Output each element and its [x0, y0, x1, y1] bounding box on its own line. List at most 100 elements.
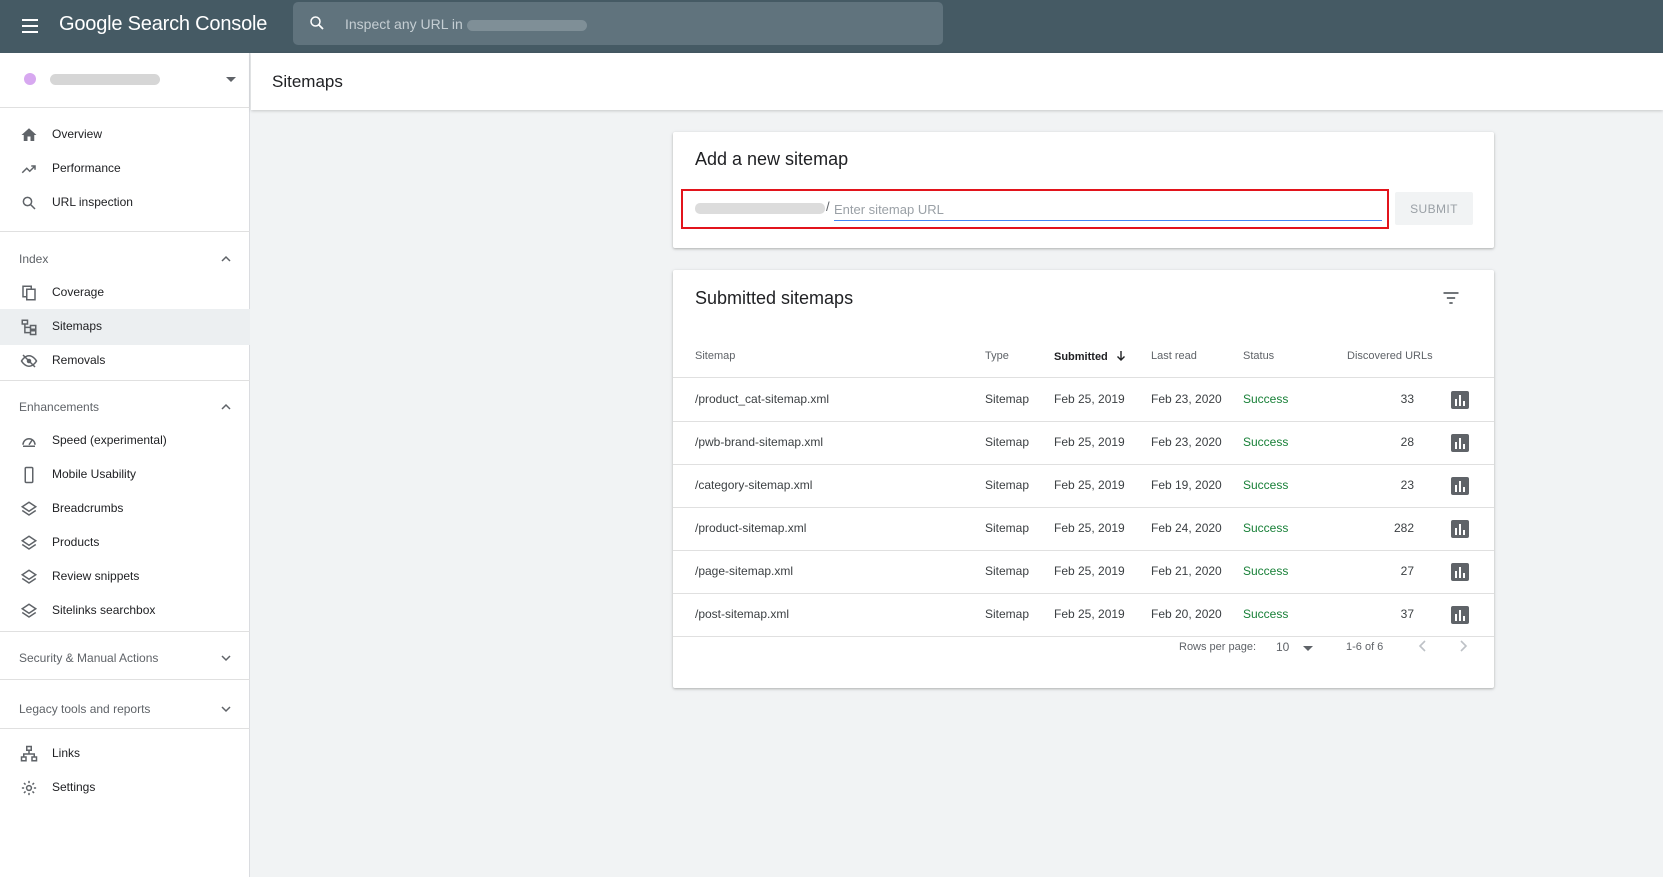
- column-header-submitted[interactable]: Submitted: [1054, 350, 1127, 363]
- table-row[interactable]: /product_cat-sitemap.xml Sitemap Feb 25, 2…: [673, 379, 1494, 422]
- column-header-status[interactable]: Status: [1243, 350, 1274, 362]
- search-icon: [310, 16, 324, 30]
- cell-status: Success: [1243, 521, 1289, 535]
- column-header-type[interactable]: Type: [985, 350, 1009, 362]
- cell-submitted: Feb 25, 2019: [1054, 392, 1125, 406]
- sidebar-item-label: Speed (experimental): [52, 433, 167, 447]
- cell-discovered-urls: 23: [1400, 478, 1414, 492]
- sidebar-item-speed[interactable]: Speed (experimental): [0, 423, 250, 459]
- sidebar-item-label: Performance: [52, 161, 121, 175]
- menu-icon[interactable]: [20, 16, 40, 36]
- cell-last-read: Feb 24, 2020: [1151, 521, 1222, 535]
- divider: [0, 728, 250, 729]
- rows-per-page-label: Rows per page:: [1179, 641, 1257, 653]
- layers-icon: [20, 535, 38, 550]
- section-enhancements-toggle[interactable]: Enhancements: [0, 389, 250, 425]
- cell-last-read: Feb 23, 2020: [1151, 435, 1222, 449]
- sidebar-item-overview[interactable]: Overview: [0, 117, 250, 153]
- sidebar-item-products[interactable]: Products: [0, 525, 250, 561]
- pagination-range: 1-6 of 6: [1346, 641, 1384, 653]
- links-icon: [20, 745, 38, 762]
- chevron-right-icon[interactable]: [1455, 638, 1471, 654]
- page-header: Sitemaps: [251, 53, 1663, 110]
- property-url-redacted: [50, 74, 160, 85]
- add-sitemap-title: Add a new sitemap: [695, 149, 849, 169]
- sidebar-item-sitemaps[interactable]: Sitemaps: [0, 309, 250, 345]
- dropdown-caret-icon[interactable]: [1303, 646, 1313, 651]
- cell-sitemap: /product_cat-sitemap.xml: [695, 392, 830, 406]
- search-icon: [22, 196, 36, 210]
- section-legacy-toggle[interactable]: Legacy tools and reports: [0, 691, 250, 727]
- bar-chart-icon[interactable]: [1451, 434, 1469, 452]
- section-label: Legacy tools and reports: [19, 702, 151, 716]
- sidebar: Overview Performance URL inspection Inde…: [0, 53, 250, 877]
- sidebar-item-removals[interactable]: Removals: [0, 343, 250, 379]
- layers-icon: [20, 603, 38, 618]
- cell-last-read: Feb 23, 2020: [1151, 392, 1222, 406]
- section-security-toggle[interactable]: Security & Manual Actions: [0, 640, 250, 676]
- cell-sitemap: /category-sitemap.xml: [695, 478, 813, 492]
- table-header: Sitemap Type Submitted Last read Status …: [673, 336, 1494, 378]
- table-row[interactable]: /product-sitemap.xml Sitemap Feb 25, 2019 F…: [673, 508, 1494, 551]
- column-header-last-read[interactable]: Last read: [1151, 350, 1197, 362]
- cell-discovered-urls: 282: [1393, 521, 1414, 535]
- submitted-sitemaps-title: Submitted sitemaps: [695, 288, 854, 308]
- table-row[interactable]: /pwb-brand-sitemap.xml Sitemap Feb 25, 201…: [673, 422, 1494, 465]
- rows-per-page-select[interactable]: 10: [1276, 640, 1289, 654]
- sidebar-item-label: Mobile Usability: [52, 467, 137, 481]
- table-row[interactable]: /category-sitemap.xml Sitemap Feb 25, 2019…: [673, 465, 1494, 508]
- sidebar-item-label: Sitelinks searchbox: [52, 603, 156, 617]
- cell-status: Success: [1243, 478, 1289, 492]
- cell-submitted: Feb 25, 2019: [1054, 564, 1125, 578]
- page-title: Sitemaps: [272, 72, 343, 91]
- table-row[interactable]: /page-sitemap.xml Sitemap Feb 25, 2019 Feb …: [673, 551, 1494, 594]
- sidebar-item-coverage[interactable]: Coverage: [0, 275, 250, 311]
- cell-submitted: Feb 25, 2019: [1054, 521, 1125, 535]
- url-inspect-search[interactable]: Inspect any URL in: [293, 2, 943, 45]
- sitemap-icon: [21, 319, 37, 336]
- column-header-discovered-urls[interactable]: Discovered URLs: [1347, 350, 1433, 362]
- cell-status: Success: [1243, 564, 1289, 578]
- cell-type: Sitemap: [985, 478, 1030, 492]
- cell-last-read: Feb 19, 2020: [1151, 478, 1222, 492]
- sidebar-item-label: Overview: [52, 127, 103, 141]
- section-index-toggle[interactable]: Index: [0, 241, 250, 277]
- bar-chart-icon[interactable]: [1451, 520, 1469, 538]
- sitemap-url-field-highlight: /: [681, 189, 1389, 229]
- bar-chart-icon[interactable]: [1451, 606, 1469, 624]
- bar-chart-icon[interactable]: [1451, 477, 1469, 495]
- submitted-sitemaps-card: Submitted sitemaps Sitemap Type Submitte…: [673, 270, 1494, 688]
- sidebar-item-label: Products: [52, 535, 100, 549]
- divider: [0, 380, 250, 381]
- sidebar-item-label: Breadcrumbs: [52, 501, 124, 515]
- submit-button[interactable]: SUBMIT: [1395, 192, 1473, 225]
- sidebar-item-settings[interactable]: Settings: [0, 770, 250, 806]
- sidebar-item-links[interactable]: Links: [0, 736, 250, 772]
- cell-sitemap: /page-sitemap.xml: [695, 564, 794, 578]
- sidebar-item-breadcrumbs[interactable]: Breadcrumbs: [0, 491, 250, 527]
- dropdown-caret-icon: [226, 77, 236, 82]
- sidebar-item-url-inspection[interactable]: URL inspection: [0, 185, 250, 221]
- bar-chart-icon[interactable]: [1451, 391, 1469, 409]
- sidebar-item-label: Settings: [52, 780, 96, 794]
- section-label: Enhancements: [19, 400, 100, 414]
- cell-status: Success: [1243, 392, 1289, 406]
- section-label: Index: [19, 252, 49, 266]
- sidebar-item-review-snippets[interactable]: Review snippets: [0, 559, 250, 595]
- filter-icon[interactable]: [1441, 288, 1461, 308]
- chevron-up-icon: [221, 403, 231, 410]
- sidebar-item-mobile-usability[interactable]: Mobile Usability: [0, 457, 250, 493]
- table-row[interactable]: /post-sitemap.xml Sitemap Feb 25, 2019 Feb …: [673, 594, 1494, 637]
- property-selector[interactable]: [0, 53, 250, 108]
- property-url-redacted: [466, 19, 587, 31]
- sitemap-url-input[interactable]: [834, 199, 1382, 221]
- chevron-up-icon: [221, 255, 231, 262]
- cell-submitted: Feb 25, 2019: [1054, 478, 1125, 492]
- sidebar-item-sitelinks-searchbox[interactable]: Sitelinks searchbox: [0, 593, 250, 629]
- sidebar-item-label: Coverage: [52, 285, 105, 299]
- column-header-sitemap[interactable]: Sitemap: [695, 350, 735, 362]
- chevron-left-icon[interactable]: [1415, 638, 1431, 654]
- sidebar-item-performance[interactable]: Performance: [0, 151, 250, 187]
- bar-chart-icon[interactable]: [1451, 563, 1469, 581]
- cell-submitted: Feb 25, 2019: [1054, 607, 1125, 621]
